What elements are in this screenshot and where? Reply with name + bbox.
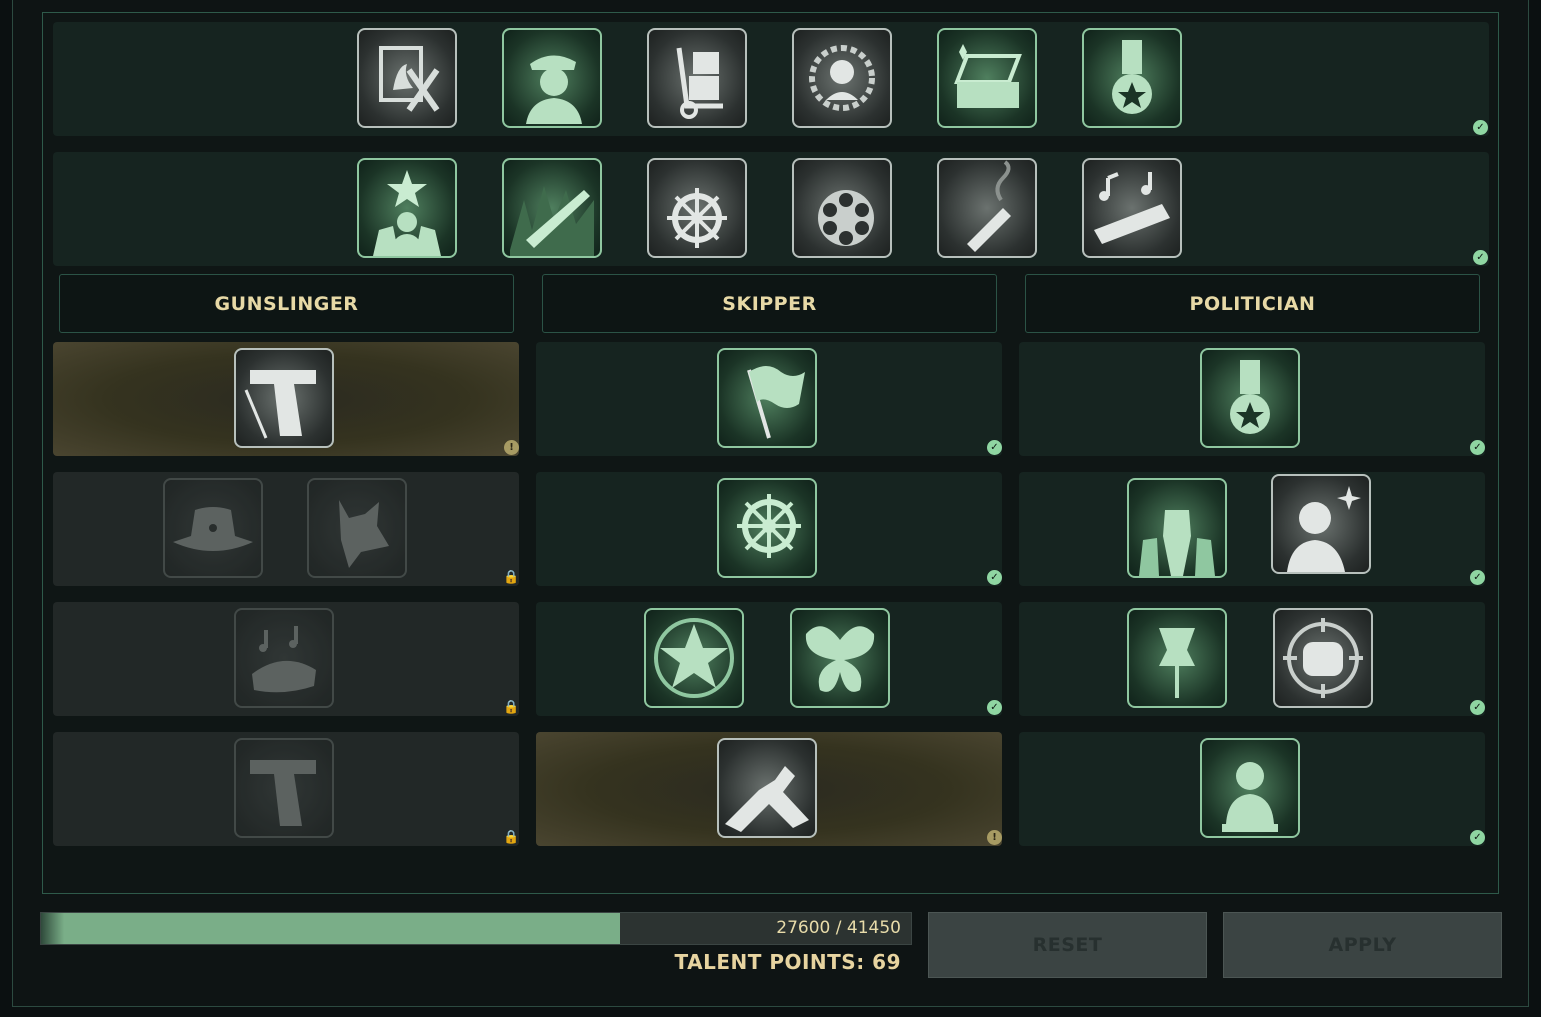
class-header-politician[interactable]: POLITICIAN bbox=[1025, 274, 1480, 333]
class-header-gunslinger[interactable]: GUNSLINGER bbox=[59, 274, 514, 333]
open-case-icon[interactable] bbox=[937, 28, 1037, 128]
apply-button[interactable]: APPLY bbox=[1223, 912, 1502, 978]
cap-music-icon[interactable] bbox=[234, 608, 334, 708]
politician-portrait-icon[interactable] bbox=[1271, 474, 1371, 574]
completed-check-icon: ✓ bbox=[987, 570, 1002, 585]
completed-check-icon: ✓ bbox=[1473, 250, 1488, 265]
hand-truck-icon[interactable] bbox=[647, 28, 747, 128]
completed-check-icon: ✓ bbox=[987, 440, 1002, 455]
lock-icon: 🔒 bbox=[503, 830, 520, 845]
map-pin-icon[interactable] bbox=[1127, 608, 1227, 708]
star-crowd-icon[interactable] bbox=[357, 158, 457, 258]
gunslinger-tier-2: 🔒 bbox=[53, 472, 520, 586]
cigar-icon[interactable] bbox=[937, 158, 1037, 258]
completed-check-icon: ✓ bbox=[1470, 830, 1485, 845]
gunslinger-tier-1: ! bbox=[53, 342, 519, 456]
politician-tier-2: ✓ bbox=[1019, 472, 1485, 586]
flag-icon[interactable] bbox=[717, 348, 817, 448]
lock-icon: 🔒 bbox=[503, 570, 520, 585]
pistol-icon[interactable] bbox=[234, 738, 334, 838]
skipper-tier-1: ✓ bbox=[536, 342, 1002, 456]
handshake-icon[interactable] bbox=[717, 738, 817, 838]
completed-check-icon: ✓ bbox=[987, 700, 1002, 715]
warning-icon: ! bbox=[504, 440, 519, 455]
completed-check-icon: ✓ bbox=[1470, 570, 1485, 585]
experience-progress-bar: 27600 / 41450 bbox=[40, 912, 912, 945]
politician-tier-4: ✓ bbox=[1019, 732, 1485, 846]
laurel-portrait-icon[interactable] bbox=[792, 28, 892, 128]
gunslinger-tier-3: 🔒 bbox=[53, 602, 520, 716]
bust-statue-icon[interactable] bbox=[1200, 738, 1300, 838]
perk-row-1: ✓ bbox=[53, 22, 1489, 136]
skipper-tier-3: ✓ bbox=[536, 602, 1002, 716]
burning-rifle-icon[interactable] bbox=[502, 158, 602, 258]
medal-icon[interactable] bbox=[1082, 28, 1182, 128]
class-header-skipper[interactable]: SKIPPER bbox=[542, 274, 997, 333]
gunslinger-tier-4: 🔒 bbox=[53, 732, 520, 846]
completed-check-icon: ✓ bbox=[1470, 700, 1485, 715]
star-emblem-icon[interactable] bbox=[644, 608, 744, 708]
politician-tier-1: ✓ bbox=[1019, 342, 1485, 456]
reset-button[interactable]: RESET bbox=[928, 912, 1207, 978]
wolf-head-icon[interactable] bbox=[307, 478, 407, 578]
ships-wheel-icon[interactable] bbox=[647, 158, 747, 258]
completed-check-icon: ✓ bbox=[1470, 440, 1485, 455]
officer-icon[interactable] bbox=[502, 28, 602, 128]
skipper-tier-2: ✓ bbox=[536, 472, 1002, 586]
sheriff-hat-icon[interactable] bbox=[163, 478, 263, 578]
perk-row-2: ✓ bbox=[53, 152, 1489, 266]
warning-icon: ! bbox=[987, 830, 1002, 845]
experience-progress-fill bbox=[41, 913, 621, 944]
crossed-portrait-icon[interactable] bbox=[357, 28, 457, 128]
raised-fists-icon[interactable] bbox=[1127, 478, 1227, 578]
harmonica-icon[interactable] bbox=[1082, 158, 1182, 258]
fist-target-icon[interactable] bbox=[1273, 608, 1373, 708]
revolver-cylinder-icon[interactable] bbox=[792, 158, 892, 258]
pistol-icon[interactable] bbox=[234, 348, 334, 448]
politician-tier-3: ✓ bbox=[1019, 602, 1485, 716]
lock-icon: 🔒 bbox=[503, 700, 520, 715]
skipper-tier-4: ! bbox=[536, 732, 1002, 846]
medal-icon[interactable] bbox=[1200, 348, 1300, 448]
butterfly-icon[interactable] bbox=[790, 608, 890, 708]
experience-progress-label: 27600 / 41450 bbox=[776, 918, 901, 938]
talent-points-label: TALENT POINTS: 69 bbox=[674, 950, 901, 974]
completed-check-icon: ✓ bbox=[1473, 120, 1488, 135]
ships-wheel-gear-icon[interactable] bbox=[717, 478, 817, 578]
